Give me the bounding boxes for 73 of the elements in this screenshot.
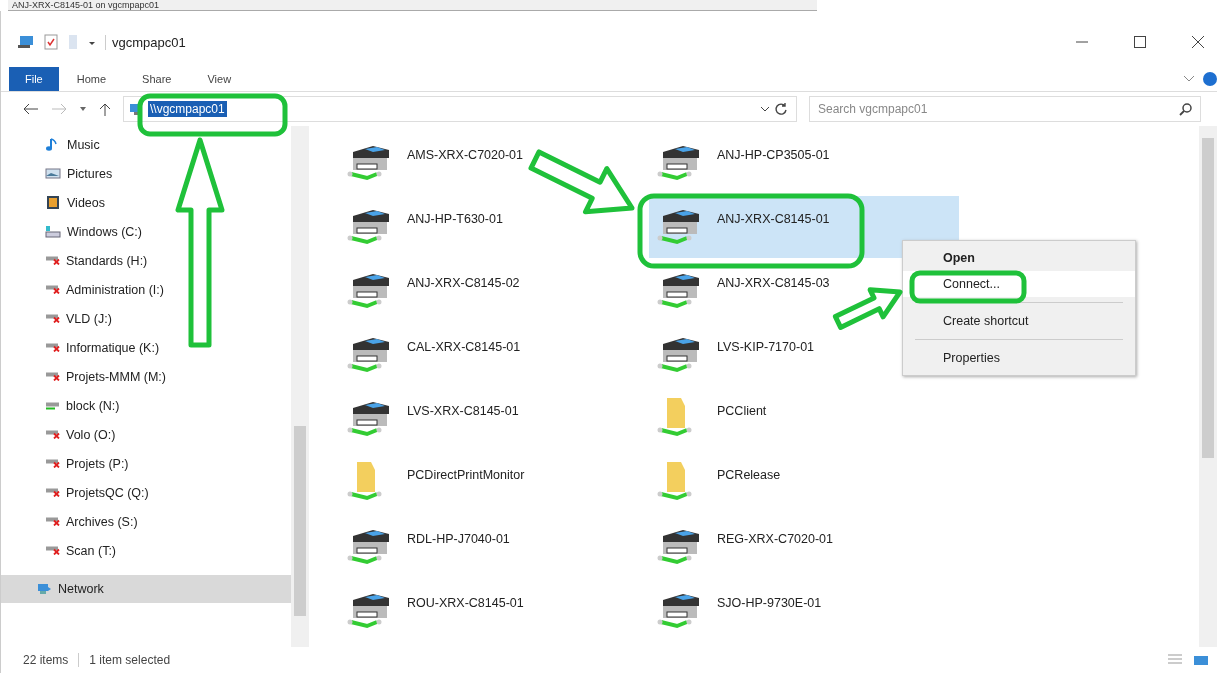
scrollbar[interactable] [1199, 126, 1217, 647]
sidebar-item[interactable]: ProjetsQC (Q:) [1, 478, 291, 507]
printer-tile[interactable]: CAL-XRX-C8145-01 [339, 324, 649, 386]
annotation-arrow [832, 287, 903, 330]
disconnected-drive-icon [45, 488, 60, 497]
sidebar-item[interactable]: Volo (O:) [1, 420, 291, 449]
drive-icon [45, 223, 61, 240]
sidebar-item[interactable]: Network [1, 575, 291, 603]
recent-icon[interactable] [79, 105, 87, 113]
sidebar-item[interactable]: Informatique (K:) [1, 333, 291, 362]
disconnected-drive-icon [45, 314, 60, 323]
ribbon-tab[interactable]: Home [58, 67, 125, 91]
menu-item[interactable]: Properties [903, 345, 1135, 371]
ribbon-tab[interactable]: View [189, 67, 250, 91]
disconnected-drive-icon [45, 372, 60, 381]
shared-folder-tile[interactable]: PCDirectPrintMonitor [339, 452, 649, 514]
printer-tile[interactable]: LVS-XRX-C8145-01 [339, 388, 649, 450]
item-count: 22 items [23, 653, 69, 667]
printer-tile[interactable]: ROU-XRX-C8145-01 [339, 580, 649, 642]
sidebar-item[interactable]: Windows (C:) [1, 217, 291, 246]
close-icon[interactable] [1191, 35, 1205, 49]
properties-icon[interactable] [43, 34, 59, 50]
back-icon[interactable] [23, 103, 39, 115]
sidebar-item[interactable]: Archives (S:) [1, 507, 291, 536]
disconnected-drive-icon [45, 517, 60, 526]
sidebar-item[interactable]: Standards (H:) [1, 246, 291, 275]
selection-count: 1 item selected [89, 653, 171, 667]
computer-icon [17, 34, 35, 50]
sidebar-item[interactable]: Administration (I:) [1, 275, 291, 304]
picture-icon [45, 165, 61, 182]
sidebar-item[interactable]: Scan (T:) [1, 536, 291, 565]
ribbon-tab[interactable]: Share [124, 67, 190, 91]
ribbon-tab[interactable]: File [9, 67, 59, 91]
search-icon[interactable] [1179, 102, 1193, 116]
chevron-icon[interactable] [1183, 75, 1195, 83]
disconnected-drive-icon [45, 459, 60, 468]
film-icon [45, 194, 61, 211]
disconnected-drive-icon [45, 546, 60, 555]
shared-folder-tile[interactable]: PCClient [649, 388, 959, 450]
window-title: vgcmpapc01 [105, 34, 186, 50]
up-icon[interactable] [99, 102, 111, 116]
sidebar-item[interactable]: Projets-MMM (M:) [1, 362, 291, 391]
large-icons-view-icon[interactable] [1193, 653, 1209, 667]
printer-tile[interactable]: AMS-XRX-C7020-01 [339, 132, 649, 194]
sidebar-item[interactable]: Music [1, 130, 291, 159]
disconnected-drive-icon [45, 430, 60, 439]
banner-text: ANJ-XRX-C8145-01 on vgcmpapc01 [12, 0, 160, 10]
maximize-icon[interactable] [1133, 35, 1147, 49]
printer-tile[interactable]: SJO-HP-9730E-01 [649, 580, 959, 642]
help-icon[interactable] [1203, 72, 1217, 86]
disconnected-drive-icon [45, 343, 60, 352]
printer-tile[interactable]: RDL-HP-J7040-01 [339, 516, 649, 578]
sidebar-item[interactable]: VLD (J:) [1, 304, 291, 333]
printer-tile[interactable]: ANJ-HP-CP3505-01 [649, 132, 959, 194]
menu-item[interactable]: Create shortcut [903, 308, 1135, 334]
printer-tile[interactable]: ANJ-XRX-C8145-02 [339, 260, 649, 322]
dropdown-icon[interactable] [760, 105, 770, 113]
address-path: \\vgcmpapc01 [148, 101, 227, 117]
sidebar-item[interactable]: Videos [1, 188, 291, 217]
printer-tile[interactable]: REG-XRX-C7020-01 [649, 516, 959, 578]
refresh-icon[interactable] [774, 102, 788, 116]
address-field[interactable]: \\vgcmpapc01 [123, 96, 797, 122]
network-drive-icon [45, 401, 60, 410]
sidebar-item[interactable]: Pictures [1, 159, 291, 188]
printer-tile[interactable]: ANJ-HP-T630-01 [339, 196, 649, 258]
disconnected-drive-icon [45, 285, 60, 294]
sidebar-item[interactable]: block (N:) [1, 391, 291, 420]
disconnected-drive-icon [45, 256, 60, 265]
shared-folder-tile[interactable]: PCRelease [649, 452, 959, 514]
network-icon [37, 583, 52, 595]
search-field[interactable]: Search vgcmpapc01 [809, 96, 1201, 122]
scrollbar[interactable] [291, 126, 309, 647]
sidebar-item[interactable]: Projets (P:) [1, 449, 291, 478]
